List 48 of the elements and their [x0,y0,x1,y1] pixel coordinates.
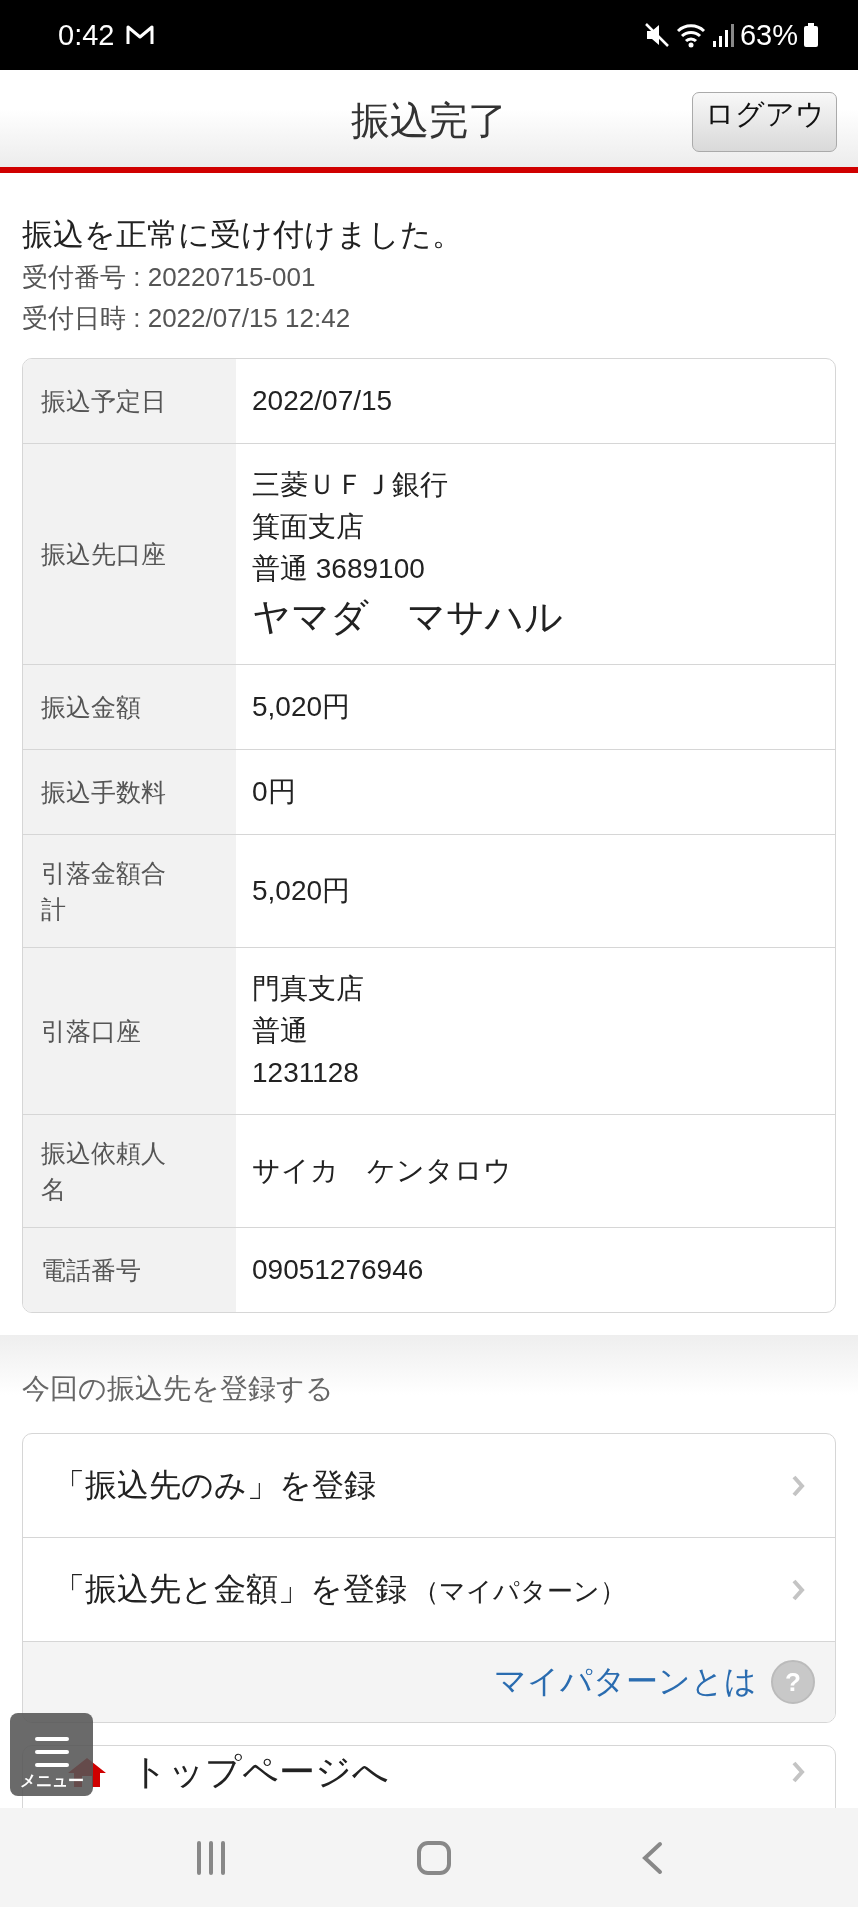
table-label: 引落金額合計 [41,858,167,925]
menu-icon [34,1737,69,1767]
table-value: 5,020円 [252,690,352,724]
receipt-info: 受付日時 : 2022/07/15 12:42 [22,302,352,335]
signal-icon [711,23,734,47]
table-value: 普通 [252,1014,309,1048]
mute-icon [643,22,670,48]
table-value: 5,020円 [252,874,352,908]
clock-time: 0:42 [58,18,115,52]
table-value: 09051276946 [252,1253,425,1287]
table-value: 門真支店 [252,972,365,1006]
page-title: 振込完了 [351,97,507,144]
register-note: （マイパターン） [413,1574,626,1608]
top-page-link: トップページへ [131,1752,389,1792]
table-label: 振込依頼人名 [41,1138,167,1205]
chevron-right-icon [791,1760,805,1784]
table-value: 2022/07/15 [252,384,394,418]
home-button-icon[interactable] [416,1839,452,1876]
wifi-icon [675,22,706,48]
table-value: 三菱ＵＦＪ銀行 [252,468,449,502]
mail-icon [126,24,155,46]
battery-icon [804,23,818,47]
register-label: 「振込先のみ」を登録 [53,1465,376,1505]
table-label: 振込金額 [41,692,141,723]
register-label: 「振込先と金額」を登録 [53,1569,407,1609]
table-label: 振込予定日 [41,386,166,417]
table-label: 振込手数料 [41,777,166,808]
table-label: 振込先口座 [41,539,166,570]
logout-button[interactable]: ログアウ [692,92,837,152]
table-value: 0円 [252,775,297,809]
recent-apps-icon[interactable] [194,1840,227,1875]
chevron-right-icon [791,1577,805,1602]
account-name: ヤマダ マサハル [252,595,564,640]
chevron-right-icon [791,1473,805,1498]
table-value: 普通 3689100 [252,552,426,586]
register-item[interactable]: 「振込先のみ」を登録 [23,1434,835,1537]
table-label: 電話番号 [41,1255,141,1286]
menu-button[interactable]: メニュー [10,1713,93,1796]
table-value: サイカ ケンタロウ [252,1154,513,1188]
back-icon[interactable] [641,1840,664,1875]
table-value: 1231128 [252,1056,360,1090]
table-label: 引落口座 [41,1016,141,1047]
help-link[interactable]: マイパターンとは [494,1660,757,1704]
success-message: 振込を正常に受け付けました。 [22,216,464,254]
table-value: 箕面支店 [252,510,365,544]
battery-percent: 63% [739,18,798,52]
receipt-info: 受付番号 : 20220715-001 [22,261,317,294]
section-heading: 今回の振込先を登録する [22,1372,335,1406]
